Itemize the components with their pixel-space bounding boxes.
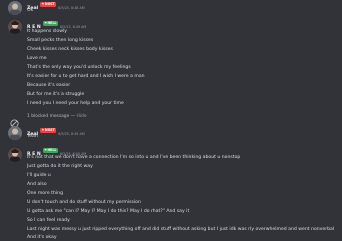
message-line: One more thing: [27, 191, 63, 196]
hide-blocked-link[interactable]: Hide: [77, 114, 87, 119]
message-line: Ok: [27, 8, 34, 13]
message-line: That's the only way you'd unlock my feel…: [27, 65, 131, 70]
message-line: Because it's easier: [27, 83, 71, 88]
message-line: Cheek kisses neck kisses body kisses: [27, 47, 113, 52]
message-line: Last night was messy u just ripped every…: [27, 227, 335, 232]
flag-icon: ⚑: [41, 2, 45, 6]
avatar[interactable]: [8, 20, 22, 34]
message-line: Small pecks then long kisses: [27, 38, 94, 43]
avatar[interactable]: [8, 148, 22, 162]
role-badge: ⚑HELL: [42, 21, 58, 26]
message-line: It happens slowly: [27, 29, 67, 34]
message-line: U don't touch and do stuff without my pe…: [27, 200, 141, 205]
message-line: It's not that we don't have a connection…: [27, 155, 241, 160]
flag-icon: ⚑: [44, 21, 47, 25]
flag-icon: ⚑: [44, 148, 47, 152]
message-line: So I can feel ready: [27, 218, 70, 223]
avatar-zeal-icon: [8, 126, 22, 140]
message-line: It's easier for u to get hard and I wish…: [27, 74, 145, 79]
message-line: And also: [27, 182, 47, 187]
message-line: I'll guide u: [27, 173, 51, 178]
message-line: I need you I need your help and your tim…: [27, 101, 124, 106]
flag-icon: ⚑: [41, 128, 45, 132]
avatar-ren-icon: [8, 148, 22, 162]
blocked-icon: [10, 113, 19, 128]
avatar-ren-icon: [8, 20, 22, 34]
avatar-zeal-icon: [8, 1, 22, 15]
avatar[interactable]: [8, 1, 22, 15]
blocked-message-label: 1 blocked message — Hide: [27, 114, 87, 119]
message-line: And it's okay: [27, 235, 57, 240]
blocked-message-row: 1 blocked message — Hide: [0, 111, 342, 128]
message-line: Just gotta do it the right way: [27, 164, 93, 169]
message-line: But for me it's a struggle: [27, 92, 85, 97]
message-line: Yeah: [27, 134, 38, 139]
avatar[interactable]: [8, 126, 22, 140]
role-badge: ⚑HELL: [42, 148, 58, 153]
message-line: Love me: [27, 56, 47, 61]
message-line: U gotta ask me "can I? May I? May I do t…: [27, 209, 190, 214]
